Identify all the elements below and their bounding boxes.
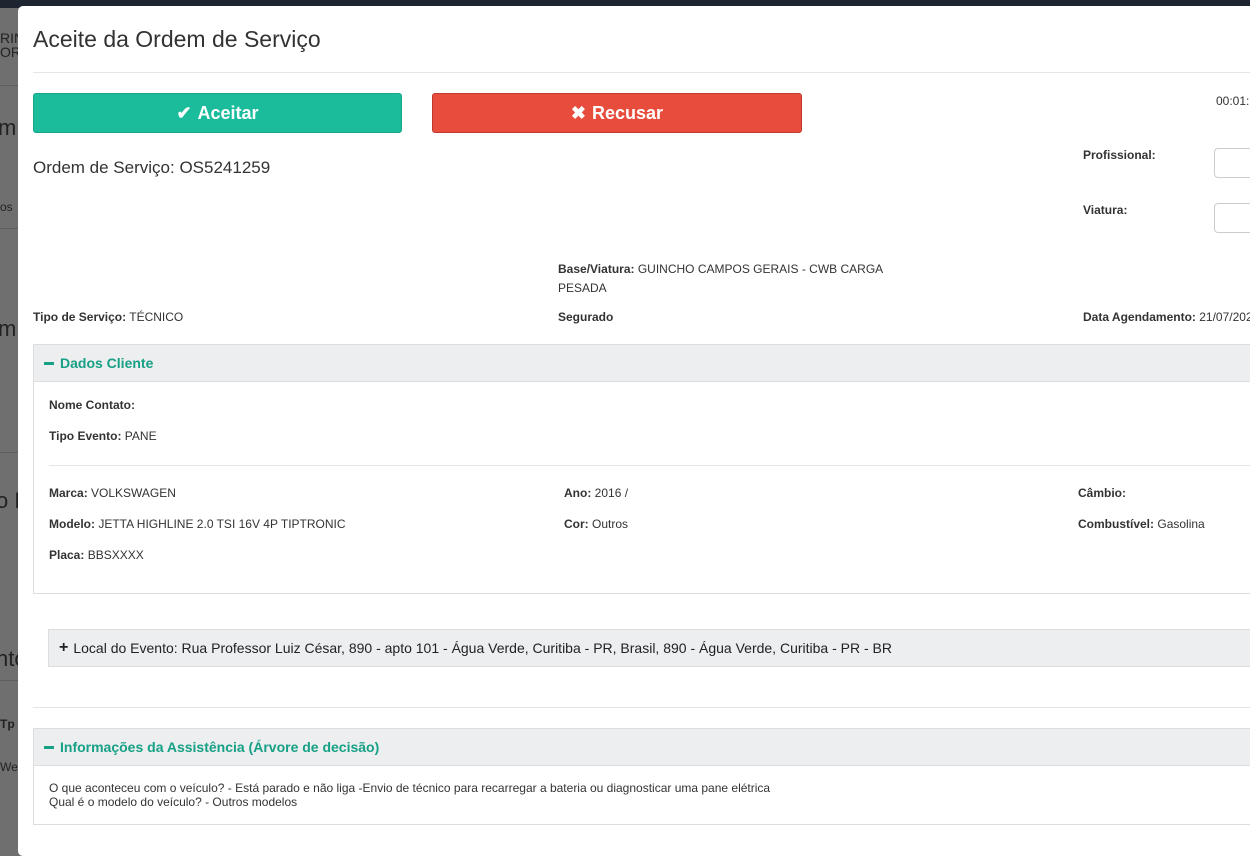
label: Tipo Evento: bbox=[49, 429, 122, 443]
segurado-label: Segurado bbox=[558, 310, 614, 324]
close-icon: ✖ bbox=[570, 102, 587, 123]
bg-divider bbox=[0, 85, 18, 86]
assistencia-line: O que aconteceu com o veículo? - Está pa… bbox=[49, 781, 771, 795]
modelo: Modelo: JETTA HIGHLINE 2.0 TSI 16V 4P TI… bbox=[49, 517, 346, 531]
value: JETTA HIGHLINE 2.0 TSI 16V 4P TIPTRONIC bbox=[98, 517, 346, 531]
label: Tipo de Serviço: bbox=[33, 310, 127, 324]
dados-cliente-header[interactable]: Dados Cliente bbox=[34, 345, 1250, 382]
label: Data Agendamento: bbox=[1083, 310, 1196, 324]
bg-divider bbox=[0, 680, 18, 681]
accept-order-modal: Aceite da Ordem de Serviço ✔ Aceitar ✖ R… bbox=[18, 6, 1250, 856]
value: TÉCNICO bbox=[129, 310, 184, 324]
profissional-label: Profissional: bbox=[1083, 148, 1156, 162]
data-agendamento: Data Agendamento: 21/07/202 bbox=[1083, 310, 1250, 324]
bg-text: os bbox=[0, 200, 13, 214]
divider bbox=[49, 465, 1250, 466]
value: BBSXXXX bbox=[87, 548, 144, 562]
dados-cliente-panel: Dados Cliente Nome Contato: Tipo Evento:… bbox=[33, 344, 1250, 594]
assistencia-line: Qual é o modelo do veículo? - Outros mod… bbox=[49, 795, 298, 809]
bg-text: m bbox=[0, 316, 17, 341]
timer: 00:01: bbox=[1216, 94, 1250, 108]
cor: Cor: Outros bbox=[564, 517, 628, 531]
placa: Placa: BBSXXXX bbox=[49, 548, 144, 562]
label: Ano: bbox=[564, 486, 592, 500]
label: Modelo: bbox=[49, 517, 95, 531]
cambio-label: Câmbio: bbox=[1078, 486, 1126, 500]
bg-divider bbox=[0, 228, 18, 229]
panel-title: Informações da Assistência (Árvore de de… bbox=[60, 739, 380, 755]
viatura-input[interactable] bbox=[1214, 203, 1250, 233]
minus-icon bbox=[44, 745, 54, 749]
reject-button[interactable]: ✖ Recusar bbox=[432, 93, 802, 133]
value: Outros bbox=[592, 517, 629, 531]
base-viatura-value-cont: PESADA bbox=[558, 281, 607, 295]
bg-divider bbox=[0, 452, 18, 453]
accept-button[interactable]: ✔ Aceitar bbox=[33, 93, 402, 133]
divider bbox=[33, 707, 1250, 708]
local-evento-panel[interactable]: + Local do Evento: Rua Professor Luiz Cé… bbox=[48, 629, 1250, 667]
nome-contato-label: Nome Contato: bbox=[49, 398, 135, 412]
bg-text: m bbox=[0, 115, 17, 140]
os-heading: Ordem de Serviço: OS5241259 bbox=[33, 158, 271, 177]
profissional-input[interactable] bbox=[1214, 148, 1250, 178]
modal-title: Aceite da Ordem de Serviço bbox=[33, 26, 321, 52]
base-viatura: Base/Viatura: GUINCHO CAMPOS GERAIS - CW… bbox=[558, 262, 883, 276]
local-evento-text: Local do Evento: Rua Professor Luiz Césa… bbox=[73, 640, 892, 656]
panel-title: Dados Cliente bbox=[60, 355, 154, 371]
reject-label: Recusar bbox=[592, 102, 664, 123]
marca: Marca: VOLKSWAGEN bbox=[49, 486, 176, 500]
accept-label: Aceitar bbox=[197, 102, 259, 123]
label: Marca: bbox=[49, 486, 88, 500]
base-viatura-label: Base/Viatura: bbox=[558, 262, 635, 276]
minus-icon bbox=[44, 361, 54, 365]
assistencia-header[interactable]: Informações da Assistência (Árvore de de… bbox=[34, 729, 1250, 766]
check-icon: ✔ bbox=[176, 102, 192, 123]
base-viatura-value: GUINCHO CAMPOS GERAIS - CWB CARGA bbox=[637, 262, 884, 276]
label: Placa: bbox=[49, 548, 85, 562]
plus-icon: + bbox=[59, 639, 69, 656]
combustivel: Combustível: Gasolina bbox=[1078, 517, 1205, 531]
value: 2016 / bbox=[594, 486, 629, 500]
value: 21/07/202 bbox=[1199, 310, 1250, 324]
value: Gasolina bbox=[1157, 517, 1205, 531]
viatura-label: Viatura: bbox=[1083, 203, 1128, 217]
label: Cor: bbox=[564, 517, 589, 531]
tipo-evento: Tipo Evento: PANE bbox=[49, 429, 157, 443]
ano: Ano: 2016 / bbox=[564, 486, 628, 500]
tipo-servico: Tipo de Serviço: TÉCNICO bbox=[33, 310, 183, 324]
value: VOLKSWAGEN bbox=[91, 486, 176, 500]
value: PANE bbox=[124, 429, 157, 443]
assistencia-panel: Informações da Assistência (Árvore de de… bbox=[33, 728, 1250, 825]
label: Combustível: bbox=[1078, 517, 1155, 531]
divider bbox=[33, 72, 1250, 73]
